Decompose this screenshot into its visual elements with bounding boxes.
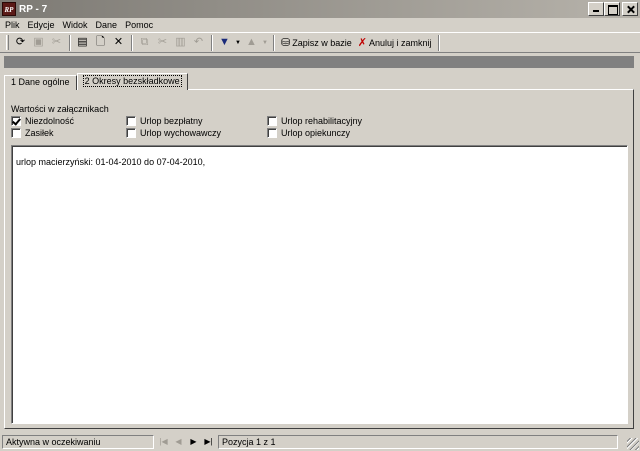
- status-position: Pozycja 1 z 1: [218, 435, 618, 449]
- checkbox-box[interactable]: [126, 128, 136, 138]
- checkbox-label: Urlop wychowawczy: [140, 128, 222, 138]
- checkbox-urlop-wychowawczy[interactable]: Urlop wychowawczy: [126, 128, 221, 138]
- move-down-icon[interactable]: ▼: [216, 35, 233, 51]
- toolbar-separator: [273, 34, 275, 51]
- save-disk-icon[interactable]: ▣: [30, 35, 47, 51]
- checkbox-box[interactable]: [126, 116, 136, 126]
- delete-icon[interactable]: ✕: [110, 35, 127, 51]
- checkbox-urlop-bezplatny[interactable]: Urlop bezpłatny: [126, 116, 203, 126]
- attachments-group-label: Wartości w załącznikach: [11, 104, 109, 114]
- header-bar: [4, 56, 634, 68]
- copy-icon[interactable]: ⧉: [136, 35, 153, 51]
- checkbox-niezdolnosc[interactable]: Niezdolność: [11, 116, 74, 126]
- toolbar: ⟳ ▣ ✂ ▤ 🗋 ✕ ⧉ ✂ ▥ ↶ ▼ ▼ ▲ ▼ ⛁ Zapisz w b…: [0, 32, 640, 53]
- previous-record-icon[interactable]: ◀: [171, 435, 186, 449]
- application-window: RP RP - 7 Plik Edycje Widok Dane Pomoc ⟳…: [0, 0, 640, 451]
- tab-okresy-bezskladkowe-label: 2 Okresy bezskładkowe: [82, 75, 182, 87]
- menu-plik[interactable]: Plik: [0, 18, 24, 32]
- checkbox-label: Zasiłek: [25, 128, 54, 138]
- resize-grip[interactable]: [627, 438, 639, 450]
- minimize-button[interactable]: [588, 2, 604, 16]
- checkbox-label: Urlop opiekunczy: [281, 128, 351, 138]
- cut-record-icon[interactable]: ✂: [48, 35, 65, 51]
- checkbox-box[interactable]: [267, 116, 277, 126]
- properties-icon[interactable]: ▤: [74, 35, 91, 51]
- checkbox-box[interactable]: [267, 128, 277, 138]
- checkbox-label: Urlop rehabilitacyjny: [281, 116, 363, 126]
- checkbox-box[interactable]: [11, 128, 21, 138]
- chevron-down-icon[interactable]: ▼: [234, 35, 242, 51]
- app-icon[interactable]: RP: [2, 2, 16, 16]
- menu-edycje[interactable]: Edycje: [24, 18, 59, 32]
- checkbox-urlop-rehabilitacyjny[interactable]: Urlop rehabilitacyjny: [267, 116, 362, 126]
- checkbox-label: Urlop bezpłatny: [140, 116, 203, 126]
- checkbox-urlop-opiekunczy[interactable]: Urlop opiekunczy: [267, 128, 350, 138]
- menu-widok[interactable]: Widok: [59, 18, 92, 32]
- tab-strip: 1 Dane ogólne 2 Okresy bezskładkowe: [4, 73, 188, 90]
- paste-icon[interactable]: ▥: [172, 35, 189, 51]
- save-to-database-label: Zapisz w bazie: [292, 37, 352, 48]
- first-record-icon[interactable]: |◀: [156, 435, 171, 449]
- cancel-close-icon: ✗: [357, 37, 367, 49]
- menu-bar: Plik Edycje Widok Dane Pomoc: [0, 18, 640, 32]
- close-button[interactable]: [622, 2, 638, 16]
- save-to-database-button[interactable]: ⛁ Zapisz w bazie: [278, 35, 355, 51]
- window-controls: [588, 2, 638, 16]
- menu-pomoc[interactable]: Pomoc: [121, 18, 157, 32]
- status-state: Aktywna w oczekiwaniu: [2, 435, 154, 449]
- move-up-icon[interactable]: ▲: [243, 35, 260, 51]
- title-bar[interactable]: RP RP - 7: [0, 0, 640, 18]
- checkbox-label: Niezdolność: [25, 116, 75, 126]
- checkbox-box[interactable]: [11, 116, 21, 126]
- periods-text: urlop macierzyński: 01-04-2010 do 07-04-…: [16, 157, 206, 167]
- toolbar-separator: [131, 34, 133, 51]
- record-navigator: |◀ ◀ ▶ ▶|: [156, 435, 216, 449]
- toolbar-separator: [211, 34, 213, 51]
- tab-dane-ogolne[interactable]: 1 Dane ogólne: [4, 75, 77, 90]
- menu-dane[interactable]: Dane: [92, 18, 122, 32]
- last-record-icon[interactable]: ▶|: [201, 435, 216, 449]
- chevron-down-icon[interactable]: ▼: [261, 35, 269, 51]
- status-bar: Aktywna w oczekiwaniu |◀ ◀ ▶ ▶| Pozycja …: [0, 433, 640, 451]
- tab-okresy-bezskladkowe[interactable]: 2 Okresy bezskładkowe: [76, 73, 188, 90]
- maximize-button[interactable]: [604, 2, 620, 16]
- cancel-and-close-label: Anuluj i zamknij: [368, 37, 432, 48]
- new-document-icon[interactable]: 🗋: [92, 35, 109, 51]
- toolbar-separator: [69, 34, 71, 51]
- periods-text-area[interactable]: urlop macierzyński: 01-04-2010 do 07-04-…: [11, 145, 628, 424]
- cancel-and-close-button[interactable]: ✗ Anuluj i zamknij: [355, 35, 435, 51]
- window-title: RP - 7: [19, 3, 48, 15]
- tab-dane-ogolne-label: 1 Dane ogólne: [11, 77, 70, 87]
- refresh-icon[interactable]: ⟳: [12, 35, 29, 51]
- undo-icon[interactable]: ↶: [190, 35, 207, 51]
- cut-icon[interactable]: ✂: [154, 35, 171, 51]
- toolbar-separator: [437, 34, 440, 51]
- checkbox-zasilek[interactable]: Zasiłek: [11, 128, 54, 138]
- next-record-icon[interactable]: ▶: [186, 435, 201, 449]
- toolbar-grip[interactable]: [6, 35, 9, 50]
- save-database-icon: ⛁: [281, 37, 291, 49]
